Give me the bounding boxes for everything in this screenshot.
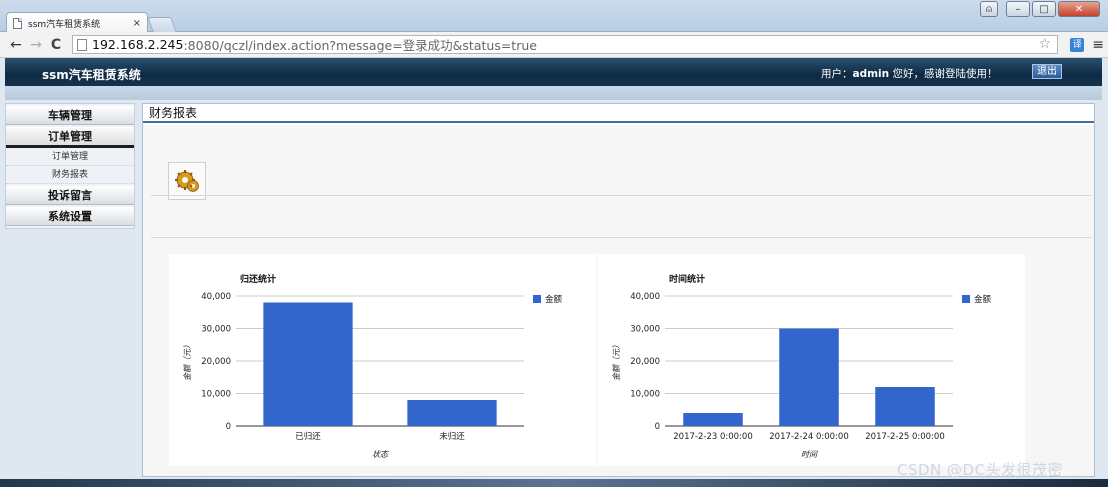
menu-icon[interactable]: ≡	[1092, 38, 1104, 52]
y-tick-label: 40,000	[630, 292, 660, 302]
app-title: ssm汽车租赁系统	[42, 68, 141, 82]
user-profile-icon[interactable]: ⍝	[980, 1, 998, 17]
y-tick-label: 10,000	[630, 390, 660, 400]
chart-title: 时间统计	[669, 273, 705, 285]
y-tick-label: 0	[655, 422, 660, 432]
address-path: :8080/qczl/index.action?message=登录成功&sta…	[183, 38, 537, 53]
x-tick-label: 2017-2-25 0:00:00	[865, 432, 944, 442]
y-tick-label: 10,000	[201, 390, 231, 400]
page-info-icon[interactable]	[77, 38, 87, 51]
welcome-prefix: 用户：	[821, 68, 853, 80]
sidebar-group-orders[interactable]: 订单管理	[6, 127, 134, 148]
toolbar-right: 译 ≡	[1070, 38, 1104, 52]
username: admin	[852, 68, 890, 80]
tab-close-icon[interactable]: ×	[133, 18, 141, 29]
window-controls: ⍝ – □ ✕	[980, 1, 1100, 17]
welcome-suffix: 您好，感谢登陆使用！	[889, 68, 998, 80]
minimize-button[interactable]: –	[1006, 1, 1030, 17]
maximize-button[interactable]: □	[1032, 1, 1056, 17]
bar	[263, 302, 353, 426]
legend-swatch	[962, 295, 970, 303]
bar	[407, 400, 497, 426]
sidebar-item-financial-report[interactable]: 财务报表	[6, 166, 134, 184]
translate-extension-icon[interactable]: 译	[1070, 38, 1085, 52]
chart-title: 归还统计	[240, 273, 276, 285]
time-stats-chart-svg: 时间统计 0 10,000 20,000 30,000 40,000 2017-2-23 0…	[612, 273, 992, 459]
sidebar: 车辆管理 订单管理 订单管理 财务报表 投诉留言 系统设置	[5, 103, 135, 229]
new-tab-button[interactable]	[147, 17, 177, 32]
time-stats-chart: 时间统计 0 10,000 20,000 30,000 40,000 2017-2-23 0…	[598, 254, 1025, 466]
browser-toolbar: ← → C 192.168.2.245:8080/qczl/index.acti…	[0, 32, 1108, 58]
y-axis-label: 金额（元）	[612, 341, 621, 381]
back-button[interactable]: ←	[6, 37, 26, 53]
sidebar-group-vehicles[interactable]: 车辆管理	[6, 106, 134, 125]
welcome-text: 用户：admin 您好，感谢登陆使用！	[821, 66, 997, 81]
return-stats-chart: 归还统计 0 10,000 20,000 30,000 40,000 已归还 未归还状态 金额（…	[169, 254, 596, 466]
taskbar-strip	[0, 479, 1108, 487]
divider	[151, 237, 1091, 238]
divider	[151, 195, 1091, 196]
y-tick-label: 30,000	[201, 325, 231, 335]
sidebar-group-settings[interactable]: 系统设置	[6, 207, 134, 226]
address-bar[interactable]: 192.168.2.245:8080/qczl/index.action?mes…	[72, 35, 1058, 54]
watermark: CSDN @DC头发很茂密	[897, 461, 1064, 479]
y-tick-label: 40,000	[201, 292, 231, 302]
bar	[779, 328, 839, 426]
sidebar-group-complaints[interactable]: 投诉留言	[6, 186, 134, 205]
return-stats-chart-svg: 归还统计 0 10,000 20,000 30,000 40,000 已归还 未归还状态 金额（…	[183, 273, 563, 459]
browser-tab[interactable]: ssm汽车租赁系统 ×	[6, 12, 148, 33]
address-host: 192.168.2.245	[92, 37, 184, 52]
x-tick-label: 2017-2-24 0:00:00	[769, 432, 848, 442]
bookmark-star-icon[interactable]: ☆	[1038, 36, 1051, 52]
main-panel: 财务报表 归还统计 0 10,000 20,000 30,000 40,000 已归还 未归还…	[142, 103, 1095, 477]
logout-button[interactable]: 退出	[1032, 64, 1062, 79]
tab-title: ssm汽车租赁系统	[28, 19, 101, 30]
y-tick-label: 30,000	[630, 325, 660, 335]
page-icon	[13, 17, 22, 29]
x-axis-label: 时间	[801, 450, 818, 459]
y-tick-label: 0	[226, 422, 231, 432]
forward-button[interactable]: →	[26, 37, 46, 53]
app-header: ssm汽车租赁系统 用户：admin 您好，感谢登陆使用！ 退出	[5, 58, 1102, 86]
header-band	[5, 86, 1102, 100]
sidebar-item-order-management[interactable]: 订单管理	[6, 148, 134, 166]
reload-button[interactable]: C	[46, 37, 66, 53]
legend-label: 金额	[974, 294, 992, 305]
x-tick-label: 未归还	[439, 431, 465, 442]
x-tick-label: 2017-2-23 0:00:00	[673, 432, 752, 442]
y-axis-label: 金额（元）	[183, 341, 192, 381]
legend-swatch	[533, 295, 541, 303]
y-tick-label: 20,000	[201, 357, 231, 367]
bar	[683, 413, 743, 426]
close-window-button[interactable]: ✕	[1058, 1, 1100, 17]
x-axis-label: 状态	[372, 450, 389, 459]
y-tick-label: 20,000	[630, 357, 660, 367]
legend-label: 金额	[545, 294, 563, 305]
panel-title: 财务报表	[143, 104, 1094, 123]
bar	[875, 387, 935, 426]
x-tick-label: 已归还	[295, 431, 321, 442]
browser-titlebar: ssm汽车租赁系统 × ⍝ – □ ✕	[0, 0, 1108, 33]
